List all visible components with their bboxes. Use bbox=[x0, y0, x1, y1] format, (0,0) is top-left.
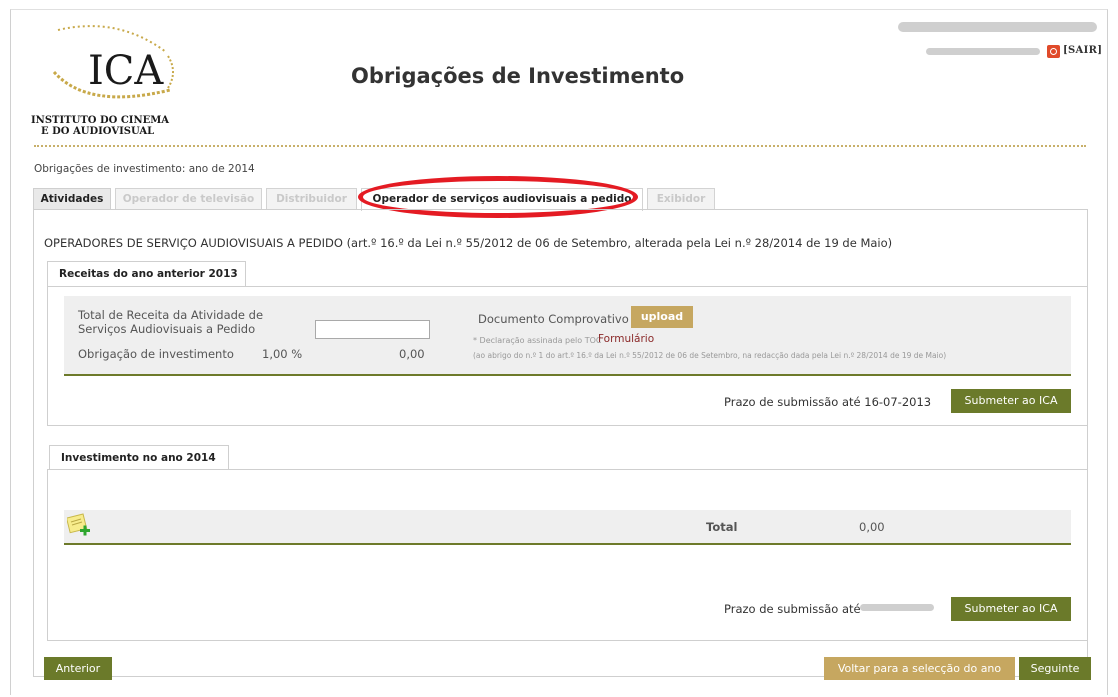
total-receita-label-line1: Total de Receita da Atividade de bbox=[78, 308, 264, 322]
upload-button[interactable]: upload bbox=[631, 306, 693, 328]
tab-operador-televisao: Operador de televisão bbox=[115, 188, 262, 210]
investimento-prazo-label: Prazo de submissão até bbox=[724, 602, 861, 616]
logout-link[interactable]: [SAIR] bbox=[1063, 45, 1102, 56]
tab-operador-servicos-audiovisuais[interactable]: Operador de serviços audiovisuais a pedi… bbox=[361, 188, 643, 211]
tab-exibidor: Exibidor bbox=[647, 188, 715, 210]
formulario-link[interactable]: Formulário bbox=[598, 333, 654, 345]
org-name-line2: E DO AUDIOVISUAL bbox=[41, 126, 155, 137]
seguinte-button[interactable]: Seguinte bbox=[1019, 657, 1091, 680]
page-title: Obrigações de Investimento bbox=[351, 64, 685, 88]
section-heading: OPERADORES DE SERVIÇO AUDIOVISUAIS A PED… bbox=[44, 236, 893, 250]
logo-text: ICA bbox=[88, 48, 164, 94]
documento-comprovativo-label: Documento Comprovativo bbox=[478, 312, 629, 326]
user-info-redacted bbox=[898, 22, 1097, 32]
logo-seal-icon: ICA bbox=[52, 25, 174, 99]
receitas-prazo-label: Prazo de submissão até 16-07-2013 bbox=[724, 395, 932, 409]
power-icon[interactable] bbox=[1047, 45, 1060, 58]
investimento-total-value: 0,00 bbox=[859, 520, 885, 534]
voltar-selecao-ano-button[interactable]: Voltar para a selecção do ano bbox=[824, 657, 1015, 680]
investimento-total-bar bbox=[64, 510, 1071, 545]
investimento-tab: Investimento no ano 2014 bbox=[49, 445, 229, 471]
obrigacao-label: Obrigação de investimento bbox=[78, 347, 234, 361]
obrigacao-value: 0,00 bbox=[399, 347, 425, 361]
declaracao-note: * Declaração assinada pelo TOC bbox=[473, 336, 602, 345]
investimento-prazo-date-redacted bbox=[860, 604, 934, 611]
total-receita-label-line2: Serviços Audiovisuais a Pedido bbox=[78, 322, 256, 336]
header-divider bbox=[34, 145, 1086, 147]
receitas-tab: Receitas do ano anterior 2013 bbox=[47, 261, 246, 287]
ica-logo[interactable]: ICA INSTITUTO DO CINEMA E DO AUDIOVISUAL bbox=[28, 22, 178, 137]
org-name-line1: INSTITUTO DO CINEMA bbox=[31, 115, 170, 126]
anterior-button[interactable]: Anterior bbox=[44, 657, 112, 680]
investimento-total-label: Total bbox=[706, 520, 738, 534]
investimento-submit-button[interactable]: Submeter ao ICA bbox=[951, 597, 1071, 621]
investimento-box bbox=[47, 469, 1088, 641]
tab-atividades[interactable]: Atividades bbox=[33, 188, 111, 210]
total-receita-input[interactable] bbox=[315, 320, 430, 339]
breadcrumb: Obrigações de investimento: ano de 2014 bbox=[34, 163, 255, 175]
receitas-submit-button[interactable]: Submeter ao ICA bbox=[951, 389, 1071, 413]
user-name-redacted bbox=[926, 48, 1040, 55]
obrigacao-percent: 1,00 % bbox=[262, 347, 303, 361]
tab-distribuidor: Distribuidor bbox=[266, 188, 357, 210]
legal-note: (ao abrigo do n.º 1 do art.º 16.º da Lei… bbox=[473, 351, 947, 360]
add-note-icon[interactable] bbox=[67, 513, 91, 539]
